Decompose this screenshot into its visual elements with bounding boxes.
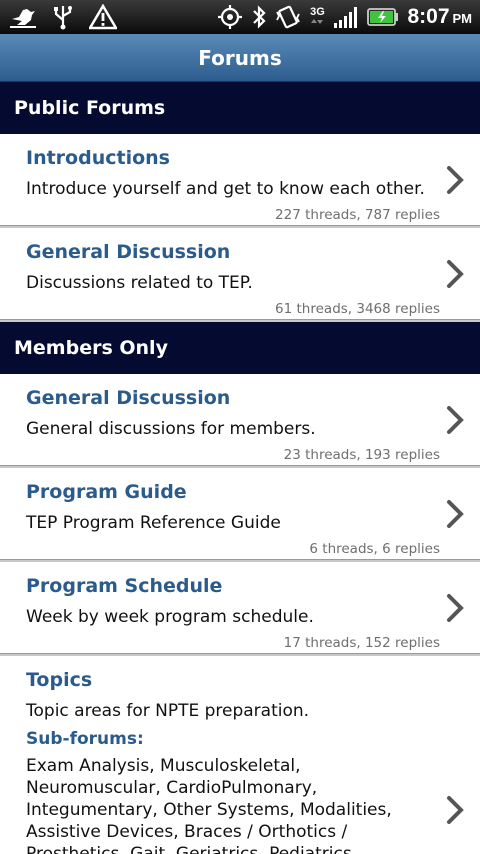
clock: 8:07 PM [407,5,472,29]
title-bar: Forums [0,34,480,82]
forum-description: Topic areas for NPTE preparation. [26,701,310,721]
status-bar: 3G 8:07 PM [0,0,480,34]
warning-icon [88,4,118,30]
chevron-right-icon [447,260,464,288]
battery-charging-icon [367,4,399,30]
forum-item-general-discussion-public[interactable]: General Discussion Discussions related t… [0,228,480,322]
chevron-right-icon [447,796,464,824]
bluetooth-icon [251,4,267,30]
forum-description: Introduce yourself and get to know each … [26,179,425,199]
sub-forums-list: Exam Analysis, Musculoskeletal, Neuromus… [26,756,392,854]
forum-item-introductions[interactable]: Introductions Introduce yourself and get… [0,134,480,228]
3g-data-icon: 3G [309,4,325,30]
forum-item-program-schedule[interactable]: Program Schedule Week by week program sc… [0,562,480,656]
clock-ampm: PM [452,11,473,26]
chevron-right-icon [447,594,464,622]
forum-title: General Discussion [26,387,231,409]
signal-icon [333,4,359,30]
forum-title: Topics [26,669,93,691]
forum-stats: 6 threads, 6 replies [309,541,440,557]
forum-description: Week by week program schedule. [26,607,314,627]
section-header-members-only: Members Only [0,322,480,374]
chevron-right-icon [447,500,464,528]
forum-item-program-guide[interactable]: Program Guide TEP Program Reference Guid… [0,468,480,562]
clock-time: 8:07 [407,5,450,28]
forum-title: Program Guide [26,481,187,503]
chevron-right-icon [447,166,464,194]
chevron-right-icon [447,406,464,434]
forum-title: Program Schedule [26,575,223,597]
sub-forums-label: Sub-forums: [26,729,144,749]
usb-icon [48,4,78,30]
gps-icon [217,4,243,30]
forum-stats: 23 threads, 193 replies [283,447,440,463]
forum-stats: 227 threads, 787 replies [275,207,440,223]
forum-stats: 17 threads, 152 replies [283,635,440,651]
forum-item-general-discussion-members[interactable]: General Discussion General discussions f… [0,374,480,468]
vibrate-icon [275,4,301,30]
forum-description: TEP Program Reference Guide [26,513,281,533]
forum-description: General discussions for members. [26,419,316,439]
page-title: Forums [198,45,282,70]
forum-item-topics[interactable]: Topics Topic areas for NPTE preparation.… [0,656,480,854]
forum-stats: 61 threads, 3468 replies [275,301,440,317]
notification-bird-icon [8,4,38,30]
forum-list[interactable]: Public Forums Introductions Introduce yo… [0,82,480,854]
section-header-public-forums: Public Forums [0,82,480,134]
forum-description: Discussions related to TEP. [26,273,253,293]
forum-title: General Discussion [26,241,231,263]
forum-title: Introductions [26,147,170,169]
